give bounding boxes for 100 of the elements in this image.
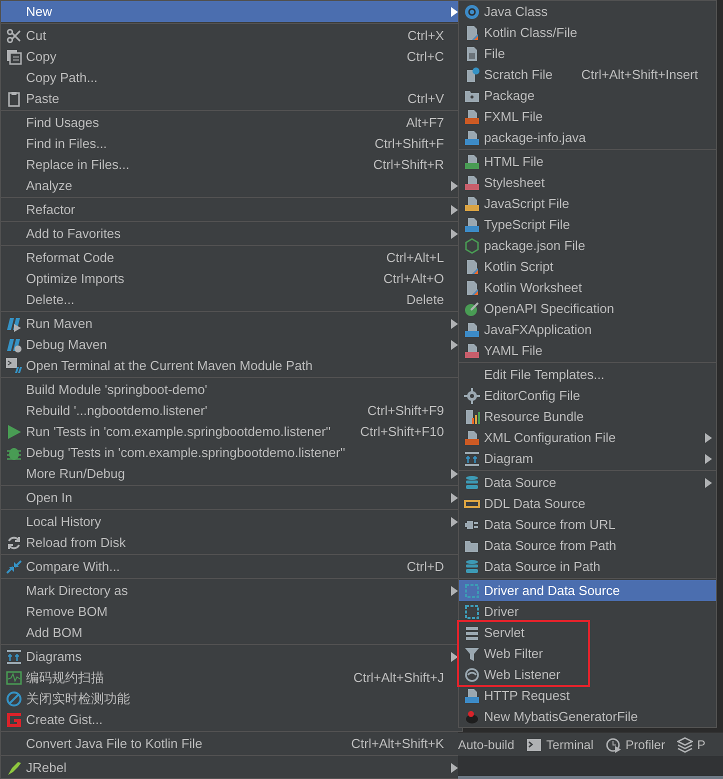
menu-item[interactable]: TypeScript File (459, 214, 716, 235)
tool-window-button[interactable]: Profiler (606, 736, 666, 752)
menu-item[interactable]: JRebel (1, 757, 462, 778)
menu-item[interactable]: Data Source from Path (459, 535, 716, 556)
menu-item[interactable]: Data Source in Path (459, 556, 716, 577)
menu-item[interactable]: EditorConfig File (459, 385, 716, 406)
shortcut-text: Ctrl+V (408, 91, 444, 106)
menu-item[interactable]: HTTP Request (459, 685, 716, 706)
menu-item[interactable]: Scratch File Ctrl+Alt+Shift+Insert (459, 64, 716, 85)
menu-item[interactable]: Build Module 'springboot-demo' (1, 379, 462, 400)
menu-item[interactable]: Copy Path... (1, 67, 462, 88)
filter-icon (464, 646, 480, 662)
menu-item[interactable]: package-info.java (459, 127, 716, 148)
shortcut-text: Ctrl+Alt+Shift+Insert (581, 67, 698, 82)
menu-item[interactable]: Find Usages Alt+F7 (1, 112, 462, 133)
menu-item[interactable]: Add BOM (1, 622, 462, 643)
menu-item[interactable]: Copy Ctrl+C (1, 46, 462, 67)
maven-run-icon (6, 316, 22, 332)
menu-item[interactable]: Reformat Code Ctrl+Alt+L (1, 247, 462, 268)
menu-item[interactable]: JavaScript File (459, 193, 716, 214)
menu-item[interactable]: XML Configuration File (459, 427, 716, 448)
menu-item[interactable]: Run Maven (1, 313, 462, 334)
menu-item[interactable]: Reload from Disk (1, 532, 462, 553)
reload-icon (6, 534, 22, 550)
menu-item[interactable]: Java Class (459, 1, 716, 22)
menu-item[interactable]: Add to Favorites (1, 223, 462, 244)
menu-item[interactable]: Replace in Files... Ctrl+Shift+R (1, 154, 462, 175)
menu-item[interactable]: Debug Maven (1, 334, 462, 355)
menu-item[interactable]: Driver and Data Source (459, 580, 716, 601)
copy-icon (6, 48, 22, 64)
menu-item[interactable]: Web Listener (459, 664, 588, 685)
menu-item[interactable]: Rebuild '...ngbootdemo.listener' Ctrl+Shift+F9 (1, 400, 462, 421)
menu-item[interactable]: Diagram (459, 448, 716, 469)
shortcut-text: Ctrl+X (408, 28, 444, 43)
database-icon (464, 474, 480, 490)
menu-item[interactable]: Driver (459, 601, 716, 622)
menu-item[interactable]: JavaFXApplication (459, 319, 716, 340)
gist-icon (6, 712, 22, 728)
shortcut-text: Ctrl+C (406, 49, 444, 64)
menu-item[interactable]: Remove BOM (1, 601, 462, 622)
http-request-icon (464, 688, 480, 704)
html-file-icon (464, 154, 480, 170)
menu-item[interactable]: FXML File (459, 106, 716, 127)
clipboard-icon (6, 90, 22, 106)
no-entry-icon (6, 690, 22, 706)
tool-window-button[interactable]: P (677, 736, 706, 752)
shortcut-text: Ctrl+Alt+Shift+J (353, 670, 444, 685)
menu-item[interactable]: YAML File (459, 340, 716, 361)
play-icon (6, 424, 22, 440)
menu-item[interactable]: DDL Data Source (459, 493, 716, 514)
menu-item[interactable]: Resource Bundle (459, 406, 716, 427)
menu-item[interactable]: Debug 'Tests in 'com.example.springbootdemo.listener'' (1, 442, 462, 463)
menu-item[interactable]: More Run/Debug (1, 463, 462, 484)
menu-item[interactable]: Edit File Templates... (459, 364, 716, 385)
menu-item[interactable]: HTML File (459, 151, 716, 172)
scissors-icon (6, 28, 22, 44)
menu-item[interactable]: Open In (1, 487, 462, 508)
scan-icon (6, 670, 22, 686)
terminal-icon (6, 358, 22, 374)
menu-item[interactable]: Mark Directory as (1, 580, 462, 601)
diagram-icon (6, 648, 22, 664)
menu-item[interactable]: Diagrams (1, 646, 462, 667)
menu-item[interactable]: Find in Files... Ctrl+Shift+F (1, 133, 462, 154)
menu-item[interactable]: Servlet (459, 622, 588, 643)
menu-item[interactable]: Optimize Imports Ctrl+Alt+O (1, 268, 462, 289)
resource-bundle-icon (464, 408, 480, 424)
menu-item[interactable]: Open Terminal at the Current Maven Module Path (1, 355, 462, 376)
menu-item[interactable]: Kotlin Class/File (459, 22, 716, 43)
menu-item[interactable]: Local History (1, 511, 462, 532)
menu-item[interactable]: Refactor (1, 199, 462, 220)
menu-item[interactable]: Package (459, 85, 716, 106)
shortcut-text: Ctrl+Shift+F9 (367, 403, 444, 418)
menu-item[interactable]: Kotlin Worksheet (459, 277, 716, 298)
tool-window-button[interactable]: Terminal (526, 736, 594, 752)
menu-item[interactable]: 编码规约扫描 Ctrl+Alt+Shift+J (1, 667, 462, 688)
tool-window-button[interactable]: Auto-build (458, 738, 514, 752)
menu-item[interactable]: Data Source (459, 472, 716, 493)
menu-item[interactable]: Analyze (1, 175, 462, 196)
fxml-file-icon (464, 108, 480, 124)
xml-file-icon (464, 430, 480, 446)
maven-debug-icon (6, 336, 22, 352)
menu-item[interactable]: Kotlin Script (459, 256, 716, 277)
driver-icon (464, 604, 480, 620)
menu-item[interactable]: New MybatisGeneratorFile (459, 706, 716, 727)
menu-item[interactable]: OpenAPI Specification (459, 298, 716, 319)
menu-item[interactable]: Data Source from URL (459, 514, 716, 535)
menu-item[interactable]: File (459, 43, 716, 64)
menu-item[interactable]: Web Filter (459, 643, 588, 664)
shortcut-text: Ctrl+Shift+R (373, 157, 444, 172)
menu-item[interactable]: Paste Ctrl+V (1, 88, 462, 109)
shortcut-text: Ctrl+Alt+O (383, 271, 444, 286)
menu-item[interactable]: Stylesheet (459, 172, 716, 193)
menu-item[interactable]: Cut Ctrl+X (1, 25, 462, 46)
database-icon (464, 558, 480, 574)
menu-item[interactable]: Run 'Tests in 'com.example.springbootdemo.listener'' Ctrl+Shift+F10 (1, 421, 462, 442)
menu-item[interactable]: 关闭实时检测功能 (1, 688, 462, 709)
menu-item[interactable]: package.json File (459, 235, 716, 256)
menu-item[interactable]: Create Gist... (1, 709, 462, 730)
menu-item[interactable]: Compare With... Ctrl+D (1, 556, 462, 577)
menu-item[interactable]: Delete... Delete (1, 289, 462, 310)
